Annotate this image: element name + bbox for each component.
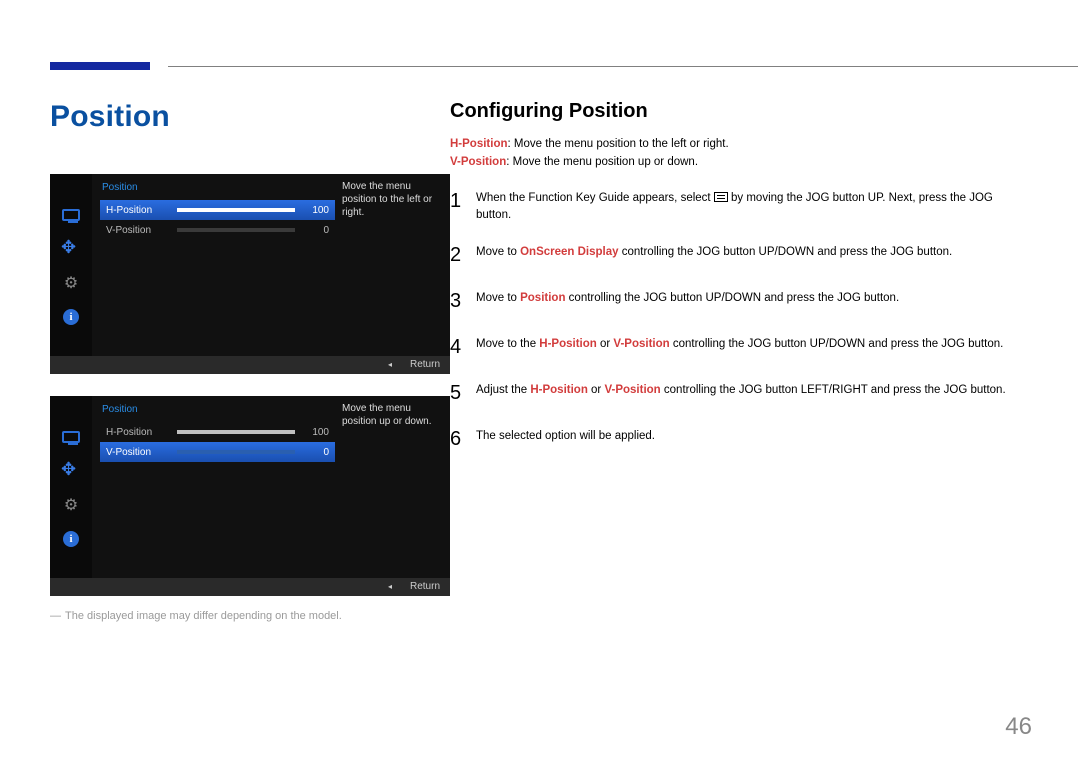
osd-rows: H-Position 100 V-Position 0 [100,200,335,240]
osd-title: Position [102,404,138,415]
step-text: When the Function Key Guide appears, sel… [476,186,1030,225]
highlight: H-Position [539,338,597,350]
return-label: Return [410,359,440,370]
step-number: 6 [450,424,476,454]
steps-list: 1When the Function Key Guide appears, se… [450,186,1030,455]
osd-row-label: H-Position [106,427,171,438]
highlight: H-Position [530,384,588,396]
step-text: Move to OnScreen Display controlling the… [476,240,1030,261]
step-number: 4 [450,332,476,362]
osd-screenshot-2: i Position Move the menu position up or … [50,396,450,596]
step-number: 2 [450,240,476,270]
step-text: Adjust the H-Position or V-Position cont… [476,378,1030,399]
osd-row-value: 100 [301,427,329,438]
step-text: Move to Position controlling the JOG but… [476,286,1030,307]
osd-row-value: 100 [301,205,329,216]
move-icon [60,460,82,482]
header-accent [50,62,150,70]
osd-footer: ◂ Return [50,356,450,374]
gear-icon [60,494,82,516]
osd-slider [177,208,295,212]
return-label: Return [410,581,440,592]
osd-description: Move the menu position to the left or ri… [342,180,442,219]
step-number: 1 [450,186,476,216]
sub-title: Configuring Position [450,100,1030,123]
highlight: OnScreen Display [520,246,618,258]
osd-row-label: V-Position [106,225,171,236]
step-text: The selected option will be applied. [476,424,1030,445]
page-number: 46 [1005,713,1032,741]
step: 1When the Function Key Guide appears, se… [450,186,1030,225]
highlight: Position [520,292,565,304]
step: 6The selected option will be applied. [450,424,1030,454]
step-number: 5 [450,378,476,408]
left-column: Position i Position Move the menu positi… [50,100,450,622]
osd-slider [177,228,295,232]
osd-row-value: 0 [301,225,329,236]
move-icon [60,238,82,260]
step-text: Move to the H-Position or V-Position con… [476,332,1030,353]
step: 5Adjust the H-Position or V-Position con… [450,378,1030,408]
osd-description: Move the menu position up or down. [342,402,442,428]
osd-footer: ◂ Return [50,578,450,596]
step: 2Move to OnScreen Display controlling th… [450,240,1030,270]
info-icon: i [60,528,82,550]
menu-icon [714,192,728,202]
osd-row: H-Position 100 [100,422,335,442]
v-position-desc: : Move the menu position up or down. [506,156,698,168]
osd-row-value: 0 [301,447,329,458]
osd-screenshot-1: i Position Move the menu position to the… [50,174,450,374]
osd-row: V-Position 0 [100,220,335,240]
h-position-desc: : Move the menu position to the left or … [508,138,729,150]
osd-row: H-Position 100 [100,200,335,220]
back-icon: ◂ [388,356,392,374]
gear-icon [60,272,82,294]
header-rule [50,62,1040,68]
v-position-label: V-Position [450,156,506,168]
h-position-label: H-Position [450,138,508,150]
osd-slider [177,430,295,434]
monitor-icon [60,204,82,226]
back-icon: ◂ [388,578,392,596]
osd-sidebar: i [50,174,92,356]
step-number: 3 [450,286,476,316]
osd-rows: H-Position 100 V-Position 0 [100,422,335,462]
osd-row: V-Position 0 [100,442,335,462]
osd-slider [177,450,295,454]
section-title: Position [50,100,450,134]
step: 4Move to the H-Position or V-Position co… [450,332,1030,362]
osd-title: Position [102,182,138,193]
osd-row-label: H-Position [106,205,171,216]
osd-row-label: V-Position [106,447,171,458]
info-icon: i [60,306,82,328]
right-column: Configuring Position H-Position: Move th… [450,100,1030,470]
definitions: H-Position: Move the menu position to th… [450,135,1030,172]
osd-sidebar: i [50,396,92,578]
highlight: V-Position [613,338,669,350]
monitor-icon [60,426,82,448]
footnote: ―The displayed image may differ dependin… [50,610,450,622]
highlight: V-Position [604,384,660,396]
footnote-text: The displayed image may differ depending… [65,610,342,622]
step: 3Move to Position controlling the JOG bu… [450,286,1030,316]
header-line [168,66,1078,67]
